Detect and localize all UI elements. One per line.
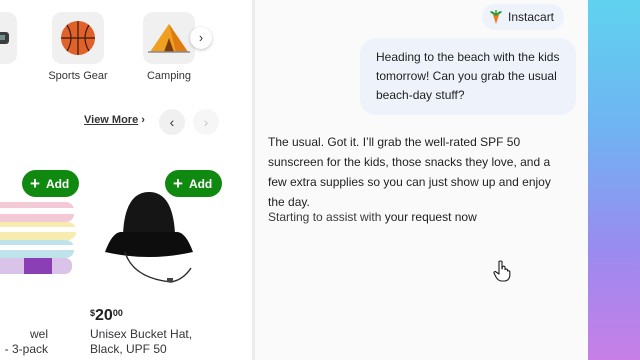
app-pill-label: Instacart — [508, 10, 555, 24]
category-label: Sports Gear — [48, 70, 108, 82]
app-pill[interactable]: Instacart — [482, 4, 565, 30]
basketball-icon — [52, 12, 104, 64]
product-name[interactable]: wel - 3-pack — [0, 327, 48, 357]
shop-pane: s Sports Gear Camping › View More› ‹ › — [0, 0, 252, 360]
add-label: Add — [45, 176, 70, 191]
product-name[interactable]: Unisex Bucket Hat, Black, UPF 50 — [90, 327, 192, 357]
product-image-towels[interactable] — [0, 200, 80, 283]
assistant-chat-pane: Instacart Heading to the beach with the … — [255, 0, 588, 360]
category-camping[interactable]: Camping — [136, 12, 202, 82]
assistant-reply: The usual. Got it. I’ll grab the well-ra… — [268, 135, 551, 209]
product-price: $2000 — [90, 307, 123, 324]
chevron-right-icon: › — [141, 114, 145, 126]
hand-pointer-icon — [493, 260, 511, 287]
carousel-next-button[interactable]: › — [193, 109, 219, 135]
chevron-right-icon[interactable]: › — [190, 27, 212, 49]
carrot-icon — [490, 10, 502, 24]
view-more-label: View More — [84, 114, 139, 126]
view-more-link[interactable]: View More › — [84, 114, 145, 126]
desktop-background — [588, 0, 640, 360]
user-message: Heading to the beach with the kids tomor… — [360, 38, 576, 115]
equipment-icon — [0, 12, 17, 64]
plus-icon: + — [30, 174, 40, 193]
category-label: Camping — [146, 70, 192, 82]
product-image-bucket-hat[interactable] — [103, 186, 195, 291]
category-partial[interactable]: s — [0, 12, 24, 82]
category-label: s — [0, 70, 24, 82]
carousel-prev-button[interactable]: ‹ — [159, 109, 185, 135]
tent-icon — [143, 12, 195, 64]
add-to-cart-button[interactable]: + Add — [22, 170, 80, 197]
category-sports-gear[interactable]: Sports Gear — [45, 12, 111, 82]
assist-status: Starting to assist with your request now — [268, 210, 477, 224]
